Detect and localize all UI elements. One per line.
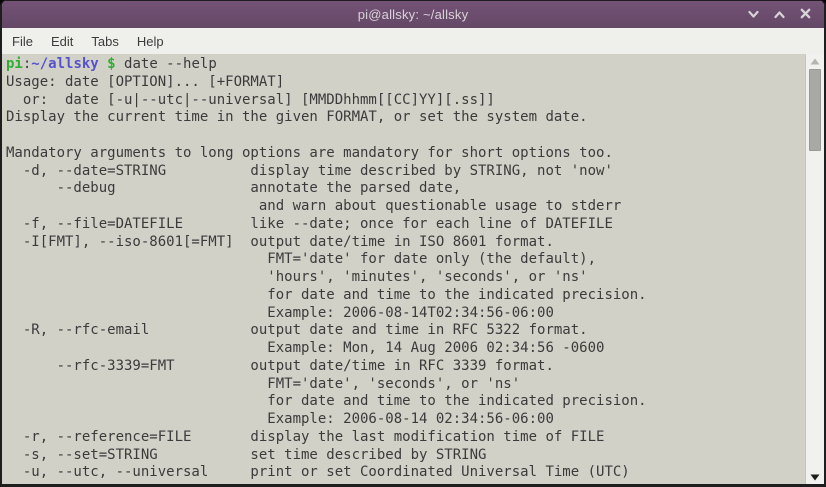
scrollbar-thumb[interactable] bbox=[809, 69, 821, 151]
scroll-down-button[interactable] bbox=[806, 470, 824, 484]
menubar: File Edit Tabs Help bbox=[2, 28, 824, 54]
close-icon bbox=[800, 7, 811, 22]
close-button[interactable] bbox=[796, 6, 814, 24]
scrollbar-track[interactable] bbox=[806, 68, 824, 470]
chevron-down-icon bbox=[748, 7, 759, 22]
menu-tabs[interactable]: Tabs bbox=[82, 30, 127, 53]
triangle-down-icon bbox=[810, 468, 820, 484]
terminal-viewport[interactable]: pi:~/allsky $ date --help Usage: date [O… bbox=[2, 54, 824, 484]
prompt-symbol: $ bbox=[99, 56, 124, 72]
terminal-window: pi@allsky: ~/allsky File Edit Tabs Hel bbox=[0, 0, 826, 487]
titlebar[interactable]: pi@allsky: ~/allsky bbox=[2, 1, 824, 28]
menu-edit[interactable]: Edit bbox=[42, 30, 82, 53]
terminal-output: Usage: date [OPTION]... [+FORMAT] or: da… bbox=[6, 74, 804, 482]
menu-file[interactable]: File bbox=[3, 30, 42, 53]
menu-help[interactable]: Help bbox=[128, 30, 173, 53]
maximize-button[interactable] bbox=[770, 6, 788, 24]
prompt-line: pi:~/allsky $ date --help bbox=[6, 56, 804, 74]
prompt-user: pi bbox=[6, 56, 23, 72]
scrollbar[interactable] bbox=[805, 54, 824, 484]
window-title: pi@allsky: ~/allsky bbox=[2, 7, 824, 22]
shade-button[interactable] bbox=[744, 6, 762, 24]
window-controls bbox=[744, 1, 814, 28]
scroll-up-button[interactable] bbox=[806, 54, 824, 68]
chevron-up-icon bbox=[774, 7, 785, 22]
prompt-command: date --help bbox=[124, 56, 217, 72]
prompt-path: ~/allsky bbox=[31, 56, 98, 72]
